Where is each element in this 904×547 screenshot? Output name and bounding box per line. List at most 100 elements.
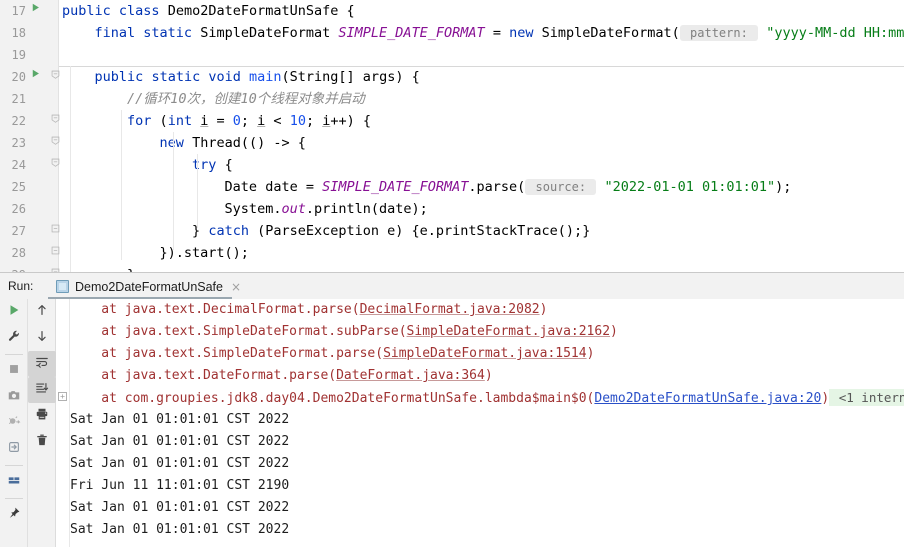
indent-guide	[121, 110, 122, 260]
code-text: //循环10次，创建10个线程对象并启动	[62, 88, 365, 110]
pin-icon	[7, 506, 21, 525]
line-number: 22	[0, 110, 26, 132]
run-toolwindow-header: Run: Demo2DateFormatUnSafe ×	[0, 272, 904, 300]
console-line[interactable]: at java.text.SimpleDateFormat.parse(Simp…	[56, 343, 904, 365]
editor-line[interactable]: 20 public static void main(String[] args…	[0, 66, 904, 88]
import-arrow-icon	[7, 440, 21, 459]
run-gutter-icon[interactable]	[29, 66, 41, 88]
pin-button[interactable]	[0, 502, 28, 528]
run-gutter-icon[interactable]	[29, 0, 41, 22]
down-button[interactable]	[28, 325, 56, 351]
line-number: 25	[0, 176, 26, 198]
stop-button[interactable]	[0, 358, 28, 384]
code-text: for (int i = 0; i < 10; i++) {	[62, 110, 371, 132]
console-line[interactable]: Sat Jan 01 01:01:01 CST 2022	[56, 409, 904, 431]
indent-guide	[70, 66, 71, 272]
camera-icon	[7, 388, 21, 407]
code-text: }).start();	[62, 242, 249, 264]
editor-line[interactable]: 26 System.out.println(date);	[0, 198, 904, 220]
line-number: 28	[0, 242, 26, 264]
run-toolbar-left[interactable]	[0, 299, 28, 547]
fold-marker-icon[interactable]	[48, 242, 62, 264]
indent-guide	[173, 132, 174, 250]
editor-line[interactable]: 22 for (int i = 0; i < 10; i++) {	[0, 110, 904, 132]
line-number: 26	[0, 198, 26, 220]
editor-line[interactable]: 21 //循环10次，创建10个线程对象并启动	[0, 88, 904, 110]
layout-button[interactable]	[0, 469, 28, 495]
editor-line[interactable]: 24 try {	[0, 154, 904, 176]
console-line[interactable]: + at com.groupies.jdk8.day04.Demo2DateFo…	[56, 387, 904, 409]
scroll-to-end-button[interactable]	[28, 377, 56, 403]
console-lines: at java.text.DecimalFormat.parse(Decimal…	[56, 299, 904, 541]
console-line[interactable]: Sat Jan 01 01:01:01 CST 2022	[56, 453, 904, 475]
run-tab[interactable]: Demo2DateFormatUnSafe ×	[48, 273, 249, 300]
line-number: 20	[0, 66, 26, 88]
console-line[interactable]: at java.text.SimpleDateFormat.subParse(S…	[56, 321, 904, 343]
run-config-icon	[56, 280, 69, 293]
code-text: public class Demo2DateFormatUnSafe {	[62, 0, 355, 22]
up-button[interactable]	[28, 299, 56, 325]
console-line[interactable]: at java.text.DateFormat.parse(DateFormat…	[56, 365, 904, 387]
expand-stacktrace-icon[interactable]: +	[58, 392, 67, 401]
debug-attach-button[interactable]	[0, 410, 28, 436]
fold-marker-icon[interactable]	[48, 154, 62, 176]
rerun-button[interactable]	[0, 299, 28, 325]
stacktrace-link[interactable]: DateFormat.java:364	[336, 368, 485, 383]
arrow-down-icon	[35, 329, 49, 348]
import-button[interactable]	[0, 436, 28, 462]
code-editor[interactable]: 17public class Demo2DateFormatUnSafe {18…	[0, 0, 904, 272]
close-icon[interactable]: ×	[231, 280, 241, 294]
console-line-text: at java.text.DateFormat.parse(DateFormat…	[70, 365, 493, 387]
toolbar-divider	[5, 354, 23, 355]
editor-line[interactable]: 19	[0, 44, 904, 66]
line-number: 27	[0, 220, 26, 242]
stacktrace-link[interactable]: DecimalFormat.java:2082	[360, 302, 540, 317]
editor-line[interactable]: 29 }	[0, 264, 904, 272]
fold-marker-icon[interactable]	[48, 132, 62, 154]
line-number: 18	[0, 22, 26, 44]
stacktrace-link[interactable]: SimpleDateFormat.java:2162	[407, 324, 611, 339]
fold-marker-icon[interactable]	[48, 110, 62, 132]
code-text: System.out.println(date);	[62, 198, 428, 220]
editor-line[interactable]: 25 Date date = SIMPLE_DATE_FORMAT.parse(…	[0, 176, 904, 198]
screenshot-button[interactable]	[0, 384, 28, 410]
run-label: Run:	[8, 279, 33, 293]
console-output[interactable]: at java.text.DecimalFormat.parse(Decimal…	[56, 299, 904, 547]
edit-configurations-button[interactable]	[0, 325, 28, 351]
console-line[interactable]: Fri Jun 11 11:01:01 CST 2190	[56, 475, 904, 497]
code-text: Date date = SIMPLE_DATE_FORMAT.parse( so…	[62, 176, 791, 198]
line-number: 17	[0, 0, 26, 22]
console-line-text: Sat Jan 01 01:01:01 CST 2022	[70, 519, 289, 541]
print-button[interactable]	[28, 403, 56, 429]
editor-line[interactable]: 27 } catch (ParseException e) {e.printSt…	[0, 220, 904, 242]
line-number: 19	[0, 44, 26, 66]
editor-lines: 17public class Demo2DateFormatUnSafe {18…	[0, 0, 904, 272]
console-line-text: at java.text.SimpleDateFormat.subParse(S…	[70, 321, 618, 343]
console-line[interactable]: Sat Jan 01 01:01:01 CST 2022	[56, 431, 904, 453]
fold-marker-icon[interactable]	[48, 264, 62, 272]
editor-line[interactable]: 18 final static SimpleDateFormat SIMPLE_…	[0, 22, 904, 44]
fold-marker-icon[interactable]	[48, 66, 62, 88]
toolbar-divider	[5, 465, 23, 466]
stacktrace-link[interactable]: SimpleDateFormat.java:1514	[383, 346, 587, 361]
console-line[interactable]: Sat Jan 01 01:01:01 CST 2022	[56, 519, 904, 541]
layout-icon	[7, 473, 21, 492]
inline-thread-hint: <1 intern	[829, 389, 904, 406]
console-line[interactable]: at java.text.DecimalFormat.parse(Decimal…	[56, 299, 904, 321]
fold-marker-icon[interactable]	[48, 220, 62, 242]
editor-line[interactable]: 17 public class Demo2DateFormatUnSafe {	[0, 0, 904, 22]
scroll-end-icon	[35, 381, 49, 400]
arrow-up-icon	[35, 303, 49, 322]
clear-all-button[interactable]	[28, 429, 56, 455]
run-tab-label: Demo2DateFormatUnSafe	[75, 280, 223, 294]
play-icon	[7, 303, 21, 322]
code-text: new Thread(() -> {	[62, 132, 306, 154]
editor-line[interactable]: 23 new Thread(() -> {	[0, 132, 904, 154]
console-line[interactable]: Sat Jan 01 01:01:01 CST 2022	[56, 497, 904, 519]
line-number: 21	[0, 88, 26, 110]
soft-wrap-button[interactable]	[28, 351, 56, 377]
console-line-text: Sat Jan 01 01:01:01 CST 2022	[70, 431, 289, 453]
editor-line[interactable]: 28 }).start();	[0, 242, 904, 264]
run-toolbar-right[interactable]	[28, 299, 56, 547]
stacktrace-link[interactable]: Demo2DateFormatUnSafe.java:20	[594, 391, 821, 406]
